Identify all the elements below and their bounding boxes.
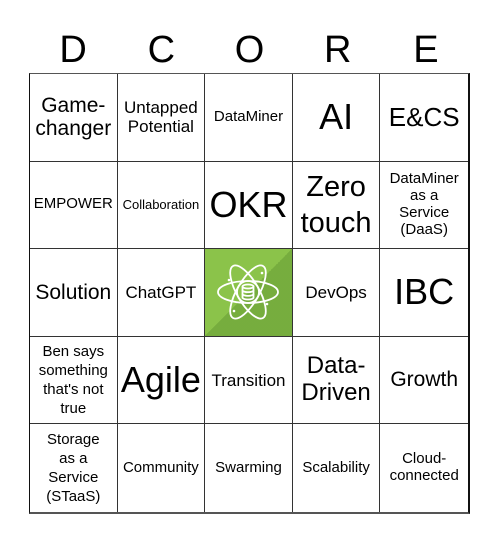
cell-label: Untapped Potential — [124, 98, 198, 137]
cell-label: DevOps — [305, 282, 367, 302]
bingo-grid: Game-changer Untapped Potential DataMine… — [29, 73, 470, 514]
bingo-cell[interactable]: Agile — [117, 336, 206, 425]
bingo-cell[interactable]: Scalability — [293, 424, 381, 512]
bingo-cell[interactable]: EMPOWER — [30, 161, 118, 250]
cell-label: Ben says something that's not true — [38, 342, 108, 418]
free-space-tile — [205, 249, 292, 336]
bingo-cell[interactable]: Ben says something that's not true — [30, 336, 118, 425]
cell-label: Solution — [35, 280, 112, 304]
bingo-cell[interactable]: Swarming — [205, 424, 293, 512]
header-letter-o: O — [234, 29, 265, 71]
cell-label: Zero touch — [300, 170, 372, 239]
cell-label: IBC — [394, 271, 455, 313]
cell-label: ChatGPT — [125, 282, 197, 302]
cell-label: Collaboration — [122, 196, 200, 212]
bingo-cell[interactable]: Solution — [30, 249, 118, 337]
bingo-cell[interactable]: Cloud-connected — [380, 424, 468, 512]
cell-label: Growth — [390, 368, 459, 392]
header-letter-e: E — [413, 29, 439, 71]
bingo-cell[interactable]: OKR — [205, 161, 293, 250]
cell-label: E&CS — [388, 101, 460, 132]
free-space[interactable] — [205, 249, 293, 337]
cell-label: OKR — [209, 183, 288, 225]
bingo-cell[interactable]: ChatGPT — [117, 249, 206, 337]
cell-label: AI — [319, 96, 354, 138]
bingo-cell[interactable]: Storage as a Service (STaaS) — [30, 424, 118, 512]
cell-label: Storage as a Service (STaaS) — [46, 430, 101, 506]
bingo-cell[interactable]: Community — [118, 424, 206, 512]
atom-database-icon — [217, 265, 280, 320]
bingo-cell[interactable]: AI — [292, 74, 381, 162]
cell-label: DataMiner — [213, 107, 284, 125]
cell-label: Community — [122, 458, 199, 476]
cell-label: Cloud-connected — [389, 450, 459, 485]
bingo-cell[interactable]: IBC — [380, 249, 468, 337]
bingo-cell[interactable]: Zero touch — [292, 161, 381, 250]
cell-label: EMPOWER — [33, 195, 113, 213]
bingo-cell[interactable]: DataMiner as a Service (DaaS) — [380, 162, 468, 250]
cell-label: DataMiner as a Service (DaaS) — [389, 170, 459, 238]
bingo-cell[interactable]: Untapped Potential — [117, 74, 206, 162]
cell-label: Agile — [120, 358, 201, 400]
bingo-cell[interactable]: DataMiner — [205, 74, 293, 162]
bingo-cell[interactable]: Collaboration — [117, 161, 206, 250]
header-letter-r: R — [323, 29, 352, 71]
bingo-cell[interactable]: E&CS — [380, 74, 468, 162]
cell-label: Game-changer — [35, 93, 112, 141]
header-letter-d: D — [59, 29, 87, 71]
header-letter-c: C — [147, 29, 176, 71]
bingo-cell[interactable]: Game-changer — [30, 74, 118, 162]
bingo-cell[interactable]: DevOps — [292, 249, 381, 337]
cell-label: Data-Driven — [301, 352, 371, 407]
bingo-cell[interactable]: Transition — [205, 336, 293, 425]
cell-label: Transition — [211, 370, 286, 390]
bingo-header: D C O R E — [29, 28, 470, 72]
cell-label: Swarming — [215, 458, 282, 476]
bingo-cell[interactable]: Data-Driven — [292, 336, 381, 425]
bingo-cell[interactable]: Growth — [380, 337, 468, 425]
cell-label: Scalability — [302, 458, 370, 476]
